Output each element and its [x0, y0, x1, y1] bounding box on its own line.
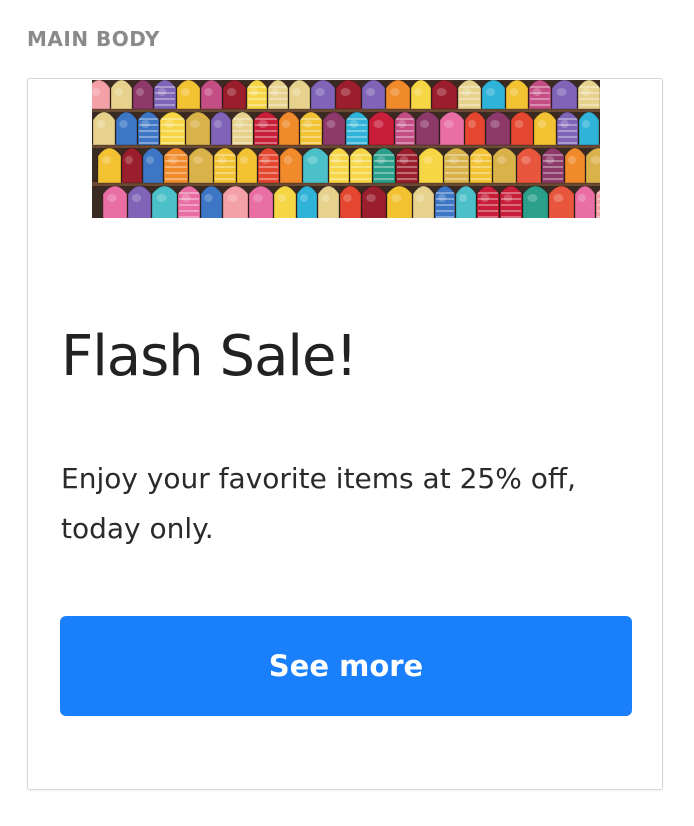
section-label: MAIN BODY [27, 27, 160, 51]
hero-image [92, 80, 600, 218]
promo-card: Flash Sale! Enjoy your favorite items at… [27, 78, 663, 790]
see-more-button[interactable]: See more [60, 616, 632, 716]
body-text: Enjoy your favorite items at 25% off, to… [61, 462, 577, 545]
headline: Flash Sale! [61, 324, 358, 389]
